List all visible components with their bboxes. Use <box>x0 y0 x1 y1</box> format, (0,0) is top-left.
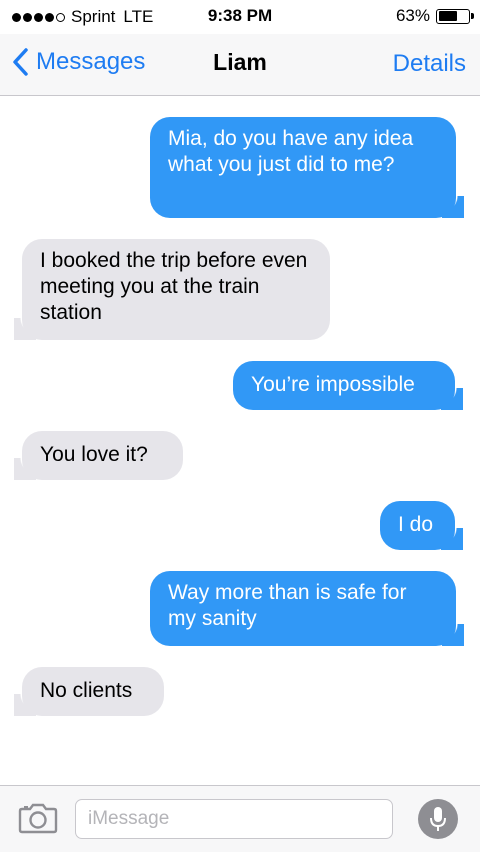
message-bubble-outgoing[interactable]: Mia, do you have any idea what you just … <box>150 117 464 218</box>
back-to-messages-button[interactable]: Messages <box>12 48 145 76</box>
back-label: Messages <box>36 48 146 75</box>
message-input-field[interactable] <box>75 799 393 839</box>
message-bubble-outgoing[interactable]: Way more than is safe for my sanity <box>150 571 464 646</box>
message-bubble-outgoing[interactable]: I do <box>380 501 463 550</box>
conversation-header: Messages Liam Details <box>0 34 480 96</box>
details-button[interactable]: Details <box>393 50 466 78</box>
message-bubble-outgoing[interactable]: You’re impossible <box>233 361 463 410</box>
message-bubble-incoming[interactable]: No clients <box>14 667 164 716</box>
message-thread[interactable]: Mia, do you have any idea what you just … <box>0 97 480 785</box>
camera-button[interactable] <box>18 802 58 839</box>
chevron-left-icon <box>13 48 28 76</box>
message-input[interactable] <box>76 800 392 838</box>
compose-bar <box>0 785 480 852</box>
microphone-icon <box>430 807 446 831</box>
battery-percentage: 63% <box>395 6 430 25</box>
camera-icon <box>18 803 58 834</box>
message-bubble-incoming[interactable]: You love it? <box>14 431 183 480</box>
message-bubble-incoming[interactable]: I booked the trip before even meeting yo… <box>14 239 330 340</box>
status-bar: Sprint LTE 9:38 PM 63% <box>0 0 480 34</box>
microphone-button[interactable] <box>418 799 458 839</box>
battery-icon <box>436 8 474 24</box>
battery-status: 63% <box>395 6 474 26</box>
battery-fill <box>438 11 457 21</box>
